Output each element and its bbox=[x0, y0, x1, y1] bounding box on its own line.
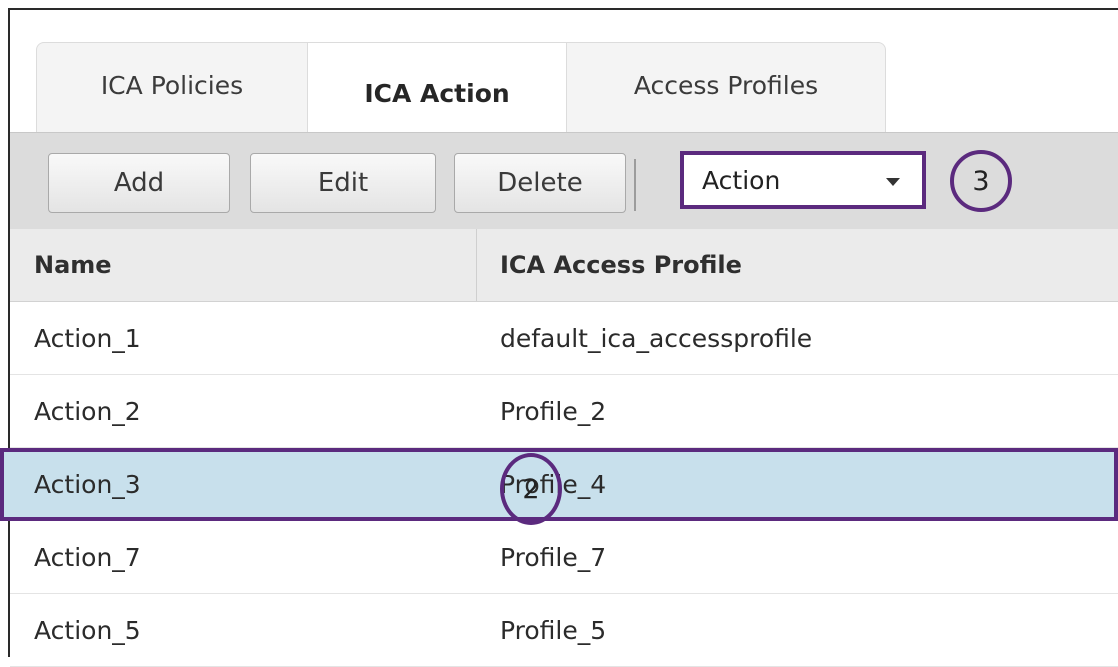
table-row[interactable]: Action_1 default_ica_accessprofile bbox=[10, 302, 1118, 375]
toolbar: Add Edit Delete Action 3 bbox=[10, 132, 1118, 230]
cell-profile: default_ica_accessprofile bbox=[500, 323, 813, 353]
delete-button[interactable]: Delete bbox=[454, 153, 626, 213]
dropdown-value: Action bbox=[702, 165, 781, 195]
edit-button[interactable]: Edit bbox=[250, 153, 436, 213]
cell-profile: Profile_7 bbox=[500, 542, 607, 572]
toolbar-separator bbox=[634, 159, 636, 211]
table-row[interactable]: Action_5 Profile_5 bbox=[10, 594, 1118, 667]
tab-label: ICA Action bbox=[364, 79, 510, 108]
cell-name: Action_5 bbox=[34, 615, 141, 645]
callout-marker: 3 bbox=[950, 150, 1012, 212]
tab-ica-policies[interactable]: ICA Policies bbox=[36, 42, 308, 132]
column-header-ica-access-profile[interactable]: ICA Access Profile bbox=[500, 229, 742, 301]
actions-table: Name ICA Access Profile Action_1 default… bbox=[0, 229, 1118, 667]
tab-ica-action[interactable]: ICA Action bbox=[308, 42, 566, 132]
callout-marker: 2 bbox=[500, 453, 562, 525]
table-row-selected[interactable]: Action_3 Profile_4 2 bbox=[0, 448, 1118, 525]
cell-name: Action_7 bbox=[34, 542, 141, 572]
add-button[interactable]: Add bbox=[48, 153, 230, 213]
chevron-down-icon bbox=[886, 178, 900, 186]
table-row[interactable]: Action_7 Profile_7 bbox=[10, 521, 1118, 594]
column-divider bbox=[476, 229, 477, 301]
cell-name: Action_2 bbox=[34, 396, 141, 426]
cell-name: Action_1 bbox=[34, 323, 141, 353]
tab-label: ICA Policies bbox=[100, 71, 244, 100]
table-row[interactable]: Action_2 Profile_2 bbox=[10, 375, 1118, 448]
cell-name: Action_3 bbox=[34, 469, 141, 499]
column-header-name[interactable]: Name bbox=[34, 229, 112, 301]
tab-bar: ICA Policies ICA Action Access Profiles bbox=[36, 42, 886, 134]
cell-profile: Profile_2 bbox=[500, 396, 607, 426]
table-header: Name ICA Access Profile bbox=[10, 229, 1118, 302]
cell-profile: Profile_5 bbox=[500, 615, 607, 645]
action-dropdown[interactable]: Action bbox=[680, 151, 926, 209]
tab-access-profiles[interactable]: Access Profiles bbox=[566, 42, 886, 132]
tab-label: Access Profiles bbox=[633, 71, 819, 100]
